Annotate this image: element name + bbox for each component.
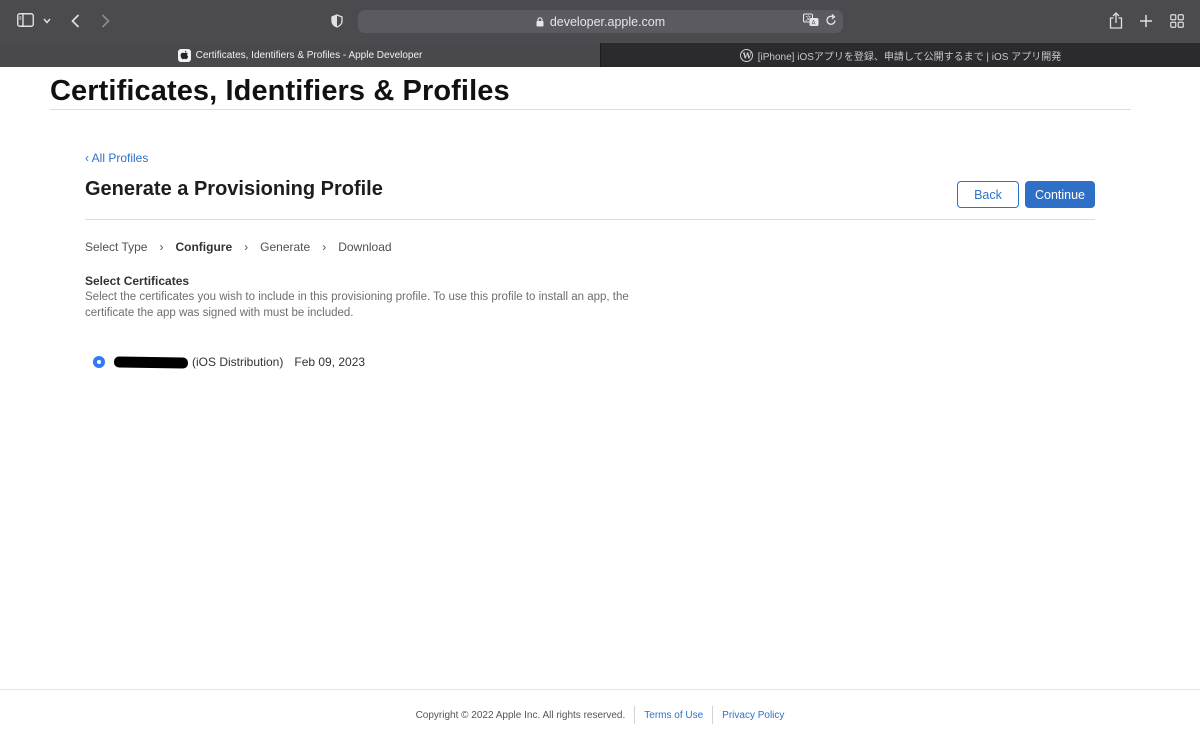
section-title: Generate a Provisioning Profile xyxy=(85,178,383,200)
lock-icon xyxy=(536,16,544,27)
select-certificates-description: Select the certificates you wish to incl… xyxy=(85,291,629,319)
wordpress-icon: W xyxy=(739,48,753,62)
share-icon[interactable] xyxy=(1109,12,1123,29)
chevron-right-icon: › xyxy=(159,240,164,254)
step-generate: Generate xyxy=(260,240,311,254)
tab-bar: Certificates, Identifiers & Profiles - A… xyxy=(0,43,1200,67)
sidebar-toggle-icon[interactable] xyxy=(17,13,34,27)
certificate-radio[interactable] xyxy=(93,356,105,368)
chevron-right-icon: › xyxy=(244,240,249,254)
footer-divider xyxy=(0,689,1200,690)
svg-text:文: 文 xyxy=(805,15,811,23)
chevron-down-icon[interactable] xyxy=(43,18,51,24)
step-configure: Configure xyxy=(175,240,233,254)
tab-title: Certificates, Identifiers & Profiles - A… xyxy=(195,49,423,61)
page-title: Certificates, Identifiers & Profiles xyxy=(50,75,510,107)
section-divider xyxy=(85,219,1095,220)
footer: Copyright © 2022 Apple Inc. All rights r… xyxy=(0,706,1200,724)
select-certificates-heading: Select Certificates xyxy=(85,274,190,288)
tab-title: [iPhone] iOSアプリを登録、申請して公開するまで | iOS アプリ開… xyxy=(757,51,1062,63)
title-divider xyxy=(50,109,1131,110)
footer-separator xyxy=(712,706,714,724)
step-download: Download xyxy=(338,240,392,254)
address-bar[interactable]: developer.apple.com 文A xyxy=(358,10,843,33)
continue-button[interactable]: Continue xyxy=(1025,181,1095,208)
redacted-certificate-name xyxy=(113,355,189,369)
certificate-type: (iOS Distribution) xyxy=(192,355,284,369)
forward-arrow-icon[interactable] xyxy=(101,14,110,28)
tab-overview-icon[interactable] xyxy=(1170,14,1184,28)
tab-ios-app-article[interactable]: W [iPhone] iOSアプリを登録、申請して公開するまで | iOS アプ… xyxy=(600,43,1200,67)
url-text: developer.apple.com xyxy=(549,14,666,29)
privacy-shield-icon[interactable] xyxy=(331,14,343,28)
tab-apple-developer[interactable]: Certificates, Identifiers & Profiles - A… xyxy=(0,43,600,67)
reload-icon[interactable] xyxy=(825,13,837,32)
new-tab-plus-icon[interactable] xyxy=(1139,14,1153,28)
footer-separator xyxy=(634,706,636,724)
svg-text:W: W xyxy=(741,50,752,60)
back-button[interactable]: Back xyxy=(957,181,1019,208)
terms-of-use-link[interactable]: Terms of Use xyxy=(644,710,703,721)
step-progress: Select Type › Configure › Generate › Dow… xyxy=(85,240,392,254)
chevron-right-icon: › xyxy=(322,240,327,254)
translate-icon[interactable]: 文A xyxy=(802,13,819,32)
back-arrow-icon[interactable] xyxy=(71,14,80,28)
browser-toolbar: developer.apple.com 文A xyxy=(0,0,1200,43)
privacy-policy-link[interactable]: Privacy Policy xyxy=(722,710,784,721)
certificate-expiry-date: Feb 09, 2023 xyxy=(294,355,366,369)
certificate-option[interactable]: (iOS Distribution) Feb 09, 2023 xyxy=(93,355,365,369)
step-select-type: Select Type xyxy=(85,240,148,254)
all-profiles-link[interactable]: ‹ All Profiles xyxy=(85,151,148,165)
apple-icon xyxy=(177,48,191,62)
copyright-text: Copyright © 2022 Apple Inc. All rights r… xyxy=(415,709,626,721)
